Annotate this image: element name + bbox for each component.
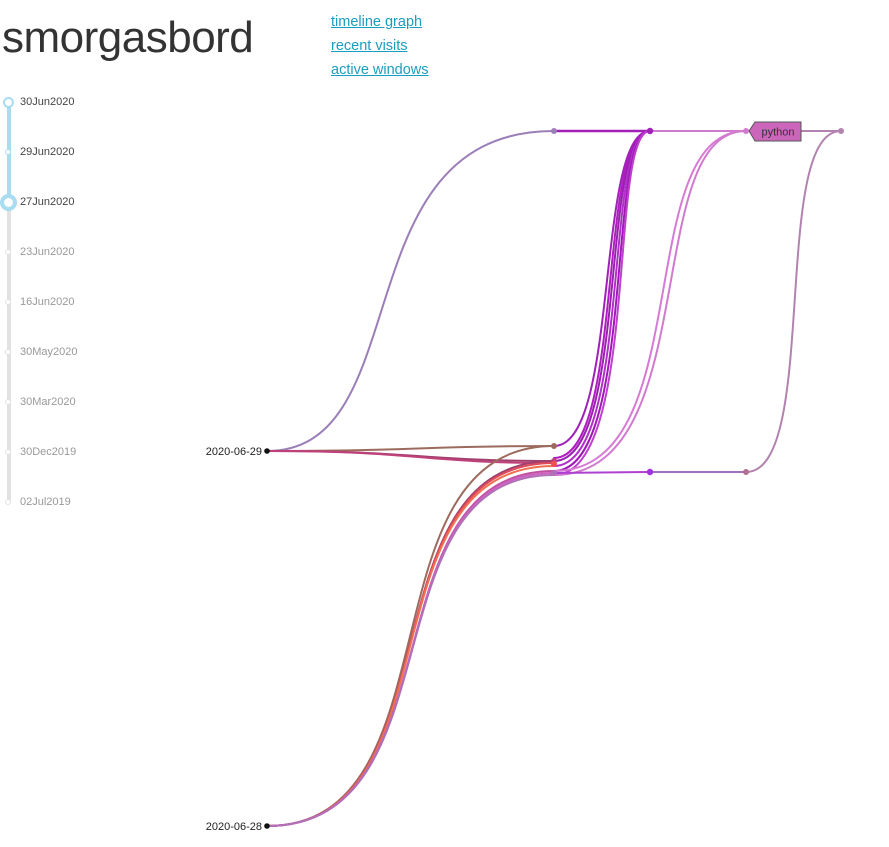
graph-node[interactable] <box>551 443 557 449</box>
graph-node[interactable] <box>551 461 557 467</box>
root-node-2020-06-29[interactable] <box>264 448 270 454</box>
graph-edge[interactable] <box>553 130 747 476</box>
root-node-2020-06-28[interactable] <box>264 823 270 829</box>
tag-python[interactable]: python <box>748 121 802 142</box>
graph-edge[interactable] <box>266 445 555 452</box>
root-label-2020-06-28: 2020-06-28 <box>206 821 262 833</box>
root-label-2020-06-29: 2020-06-29 <box>206 446 262 458</box>
graph-node[interactable] <box>551 128 557 134</box>
graph-node[interactable] <box>646 468 654 476</box>
graph-node[interactable] <box>743 128 749 134</box>
graph-node[interactable] <box>838 128 844 134</box>
graph-node[interactable] <box>551 470 557 476</box>
graph-edge[interactable] <box>553 471 651 474</box>
tag-label: python <box>761 127 794 139</box>
graph-edge[interactable] <box>745 130 842 473</box>
graph-node[interactable] <box>743 469 749 475</box>
timeline-graph: 2020-06-29 2020-06-28 python <box>206 121 844 833</box>
graph-edge[interactable] <box>553 130 651 472</box>
graph-edge[interactable] <box>266 445 555 827</box>
graph-node[interactable] <box>646 127 654 135</box>
graph-edge[interactable] <box>553 130 651 476</box>
graph-edge[interactable] <box>553 130 747 472</box>
graph-edge[interactable] <box>266 465 555 827</box>
graph-edge[interactable] <box>266 130 555 452</box>
graph-edge[interactable] <box>266 472 555 827</box>
